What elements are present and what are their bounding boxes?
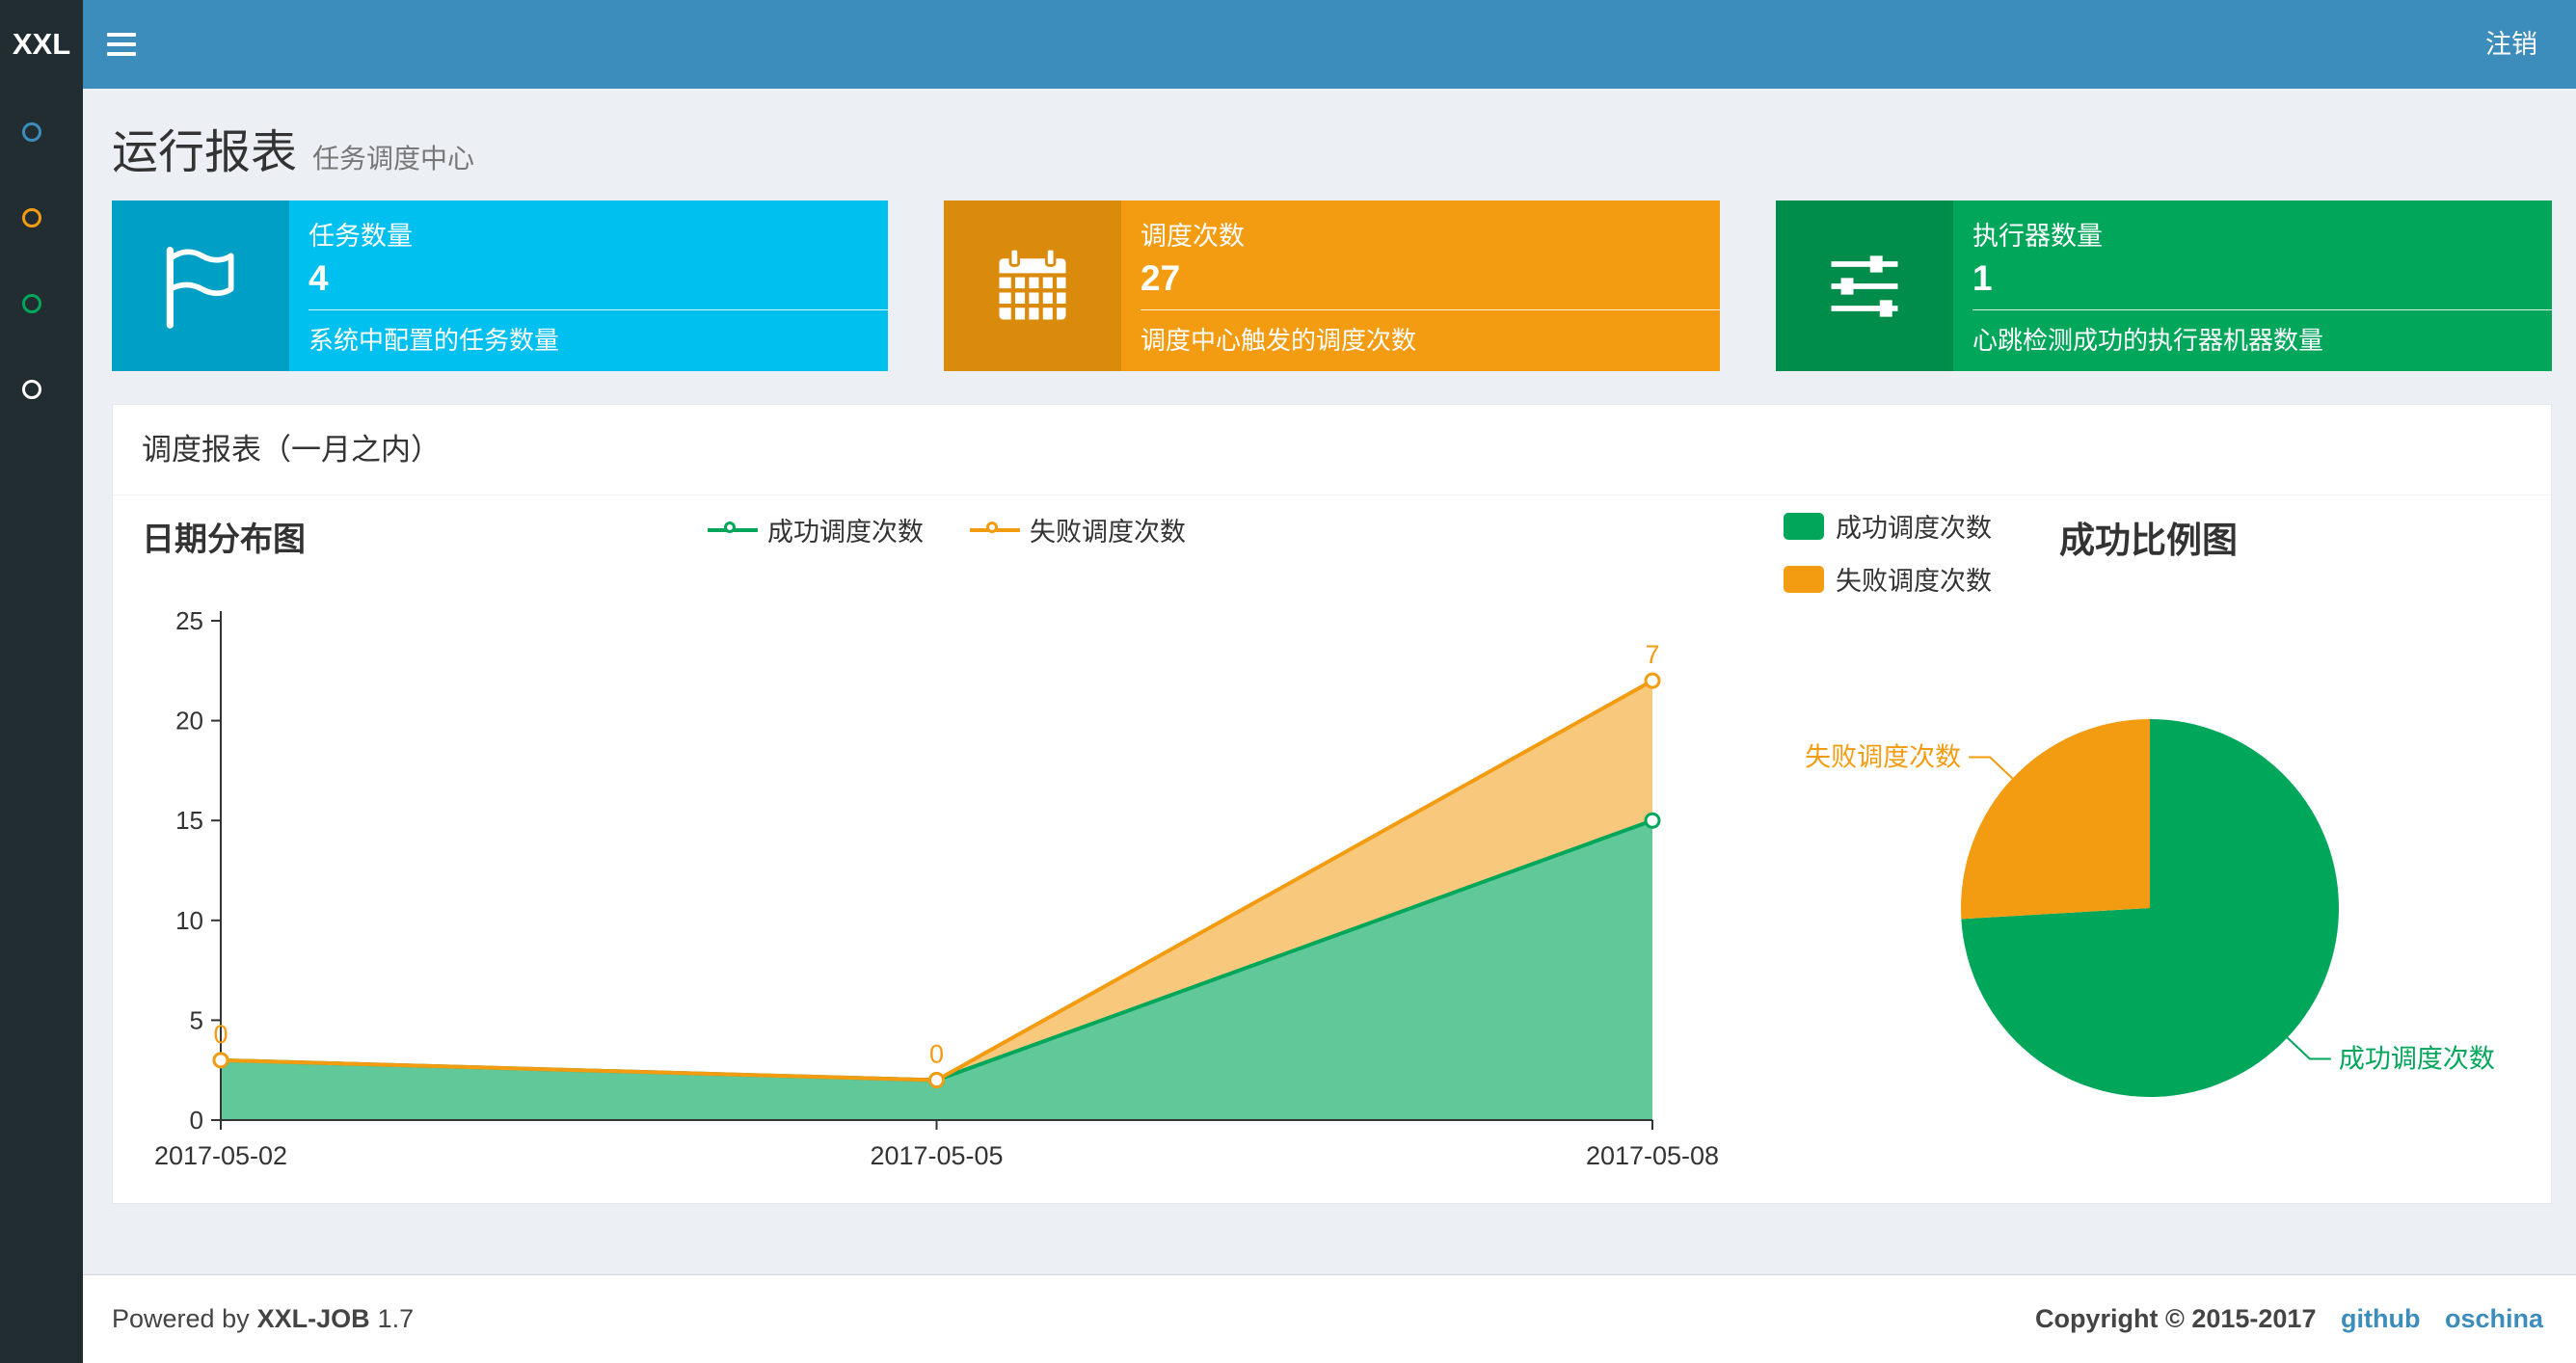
- app-root: XXL 注销 运行报表 任务调度中心 任务数量 4 系统中配置的任务数量 调度次…: [0, 0, 2576, 1363]
- svg-text:0: 0: [929, 1040, 944, 1069]
- info-box-title: 任务数量: [309, 222, 413, 251]
- report-panel: 调度报表（一月之内） 日期分布图 成功调度次数 失败调度次数 0 5 10 15 20 25…: [112, 404, 2552, 1204]
- info-box-jobs: 任务数量 4 系统中配置的任务数量: [112, 200, 888, 371]
- legend-label: 成功调度次数: [1836, 514, 1992, 543]
- circle-icon: [22, 121, 41, 142]
- circle-icon: [22, 207, 41, 227]
- svg-text:0: 0: [213, 1020, 228, 1049]
- footer: Powered by XXL-JOB 1.7 Copyright © 2015-20…: [83, 1274, 2576, 1363]
- footer-powered: Powered by XXL-JOB 1.7: [112, 1304, 415, 1333]
- svg-text:成功调度次数: 成功调度次数: [2339, 1044, 2495, 1073]
- github-link[interactable]: github: [2341, 1304, 2420, 1333]
- sidebar: [0, 89, 83, 1363]
- svg-text:2017-05-02: 2017-05-02: [154, 1141, 287, 1170]
- svg-text:2017-05-05: 2017-05-05: [870, 1141, 1003, 1170]
- panel-title: 调度报表（一月之内）: [113, 405, 2551, 495]
- svg-text:15: 15: [175, 806, 203, 835]
- sidebar-item-4[interactable]: [0, 346, 83, 432]
- sidebar-item-1[interactable]: [0, 89, 83, 174]
- info-box-title: 调度次数: [1140, 222, 1245, 251]
- svg-text:0: 0: [190, 1106, 203, 1135]
- panel-body: 日期分布图 成功调度次数 失败调度次数 0 5 10 15 20 25 2017-05-02 2…: [113, 495, 2551, 1203]
- info-box-value: 1: [1972, 258, 1993, 298]
- pie-series-swatch: [1784, 512, 1824, 540]
- pie-chart-title: 成功比例图: [2059, 521, 2238, 560]
- line-chart[interactable]: 05101520252017-05-02 2017-05-05 2017-05-08…: [113, 495, 1781, 1203]
- top-navbar: XXL 注销: [0, 0, 2576, 89]
- footer-version: 1.7: [377, 1304, 415, 1333]
- svg-text:10: 10: [175, 906, 203, 935]
- svg-text:25: 25: [175, 606, 203, 635]
- calendar-icon: [944, 200, 1121, 371]
- pie-chart[interactable]: 成功调度次数 失败调度次数: [1655, 592, 2576, 1199]
- info-box-desc: 系统中配置的任务数量: [309, 308, 888, 357]
- info-box-triggers: 调度次数 27 调度中心触发的调度次数: [944, 200, 1720, 371]
- info-box-value: 27: [1140, 258, 1181, 298]
- svg-text:失败调度次数: 失败调度次数: [1805, 743, 1961, 772]
- page-subtitle: 任务调度中心: [312, 144, 475, 174]
- info-box-executors: 执行器数量 1 心跳检测成功的执行器机器数量: [1776, 200, 2552, 371]
- oschina-link[interactable]: oschina: [2445, 1304, 2543, 1333]
- info-box-desc: 调度中心触发的调度次数: [1140, 308, 1720, 357]
- page-header: 运行报表 任务调度中心: [112, 114, 474, 181]
- info-box-value: 4: [309, 258, 329, 298]
- circle-icon: [22, 379, 41, 399]
- sidebar-item-2[interactable]: [0, 174, 83, 260]
- info-boxes: 任务数量 4 系统中配置的任务数量 调度次数 27 调度中心触发的调度次数 执行…: [112, 200, 2552, 371]
- info-box-desc: 心跳检测成功的执行器机器数量: [1972, 308, 2552, 357]
- circle-icon: [22, 293, 41, 313]
- page-title: 运行报表: [112, 127, 298, 178]
- app-logo[interactable]: XXL: [0, 0, 83, 89]
- footer-app-name: XXL-JOB: [256, 1304, 370, 1333]
- legend-item[interactable]: 成功调度次数: [1784, 507, 1992, 545]
- sliders-icon: [1776, 200, 1953, 371]
- logout-link[interactable]: 注销: [2447, 0, 2576, 89]
- footer-copyright: Copyright © 2015-2017: [2034, 1304, 2317, 1333]
- svg-text:5: 5: [190, 1005, 203, 1034]
- pie-series-swatch: [1784, 565, 1824, 593]
- svg-text:20: 20: [175, 707, 203, 735]
- flag-icon: [112, 200, 289, 371]
- hamburger-icon: [83, 33, 160, 56]
- sidebar-item-3[interactable]: [0, 260, 83, 346]
- footer-copyright-area: Copyright © 2015-2017 github oschina: [2035, 1304, 2543, 1334]
- info-box-title: 执行器数量: [1972, 222, 2103, 251]
- sidebar-toggle-button[interactable]: [83, 0, 160, 89]
